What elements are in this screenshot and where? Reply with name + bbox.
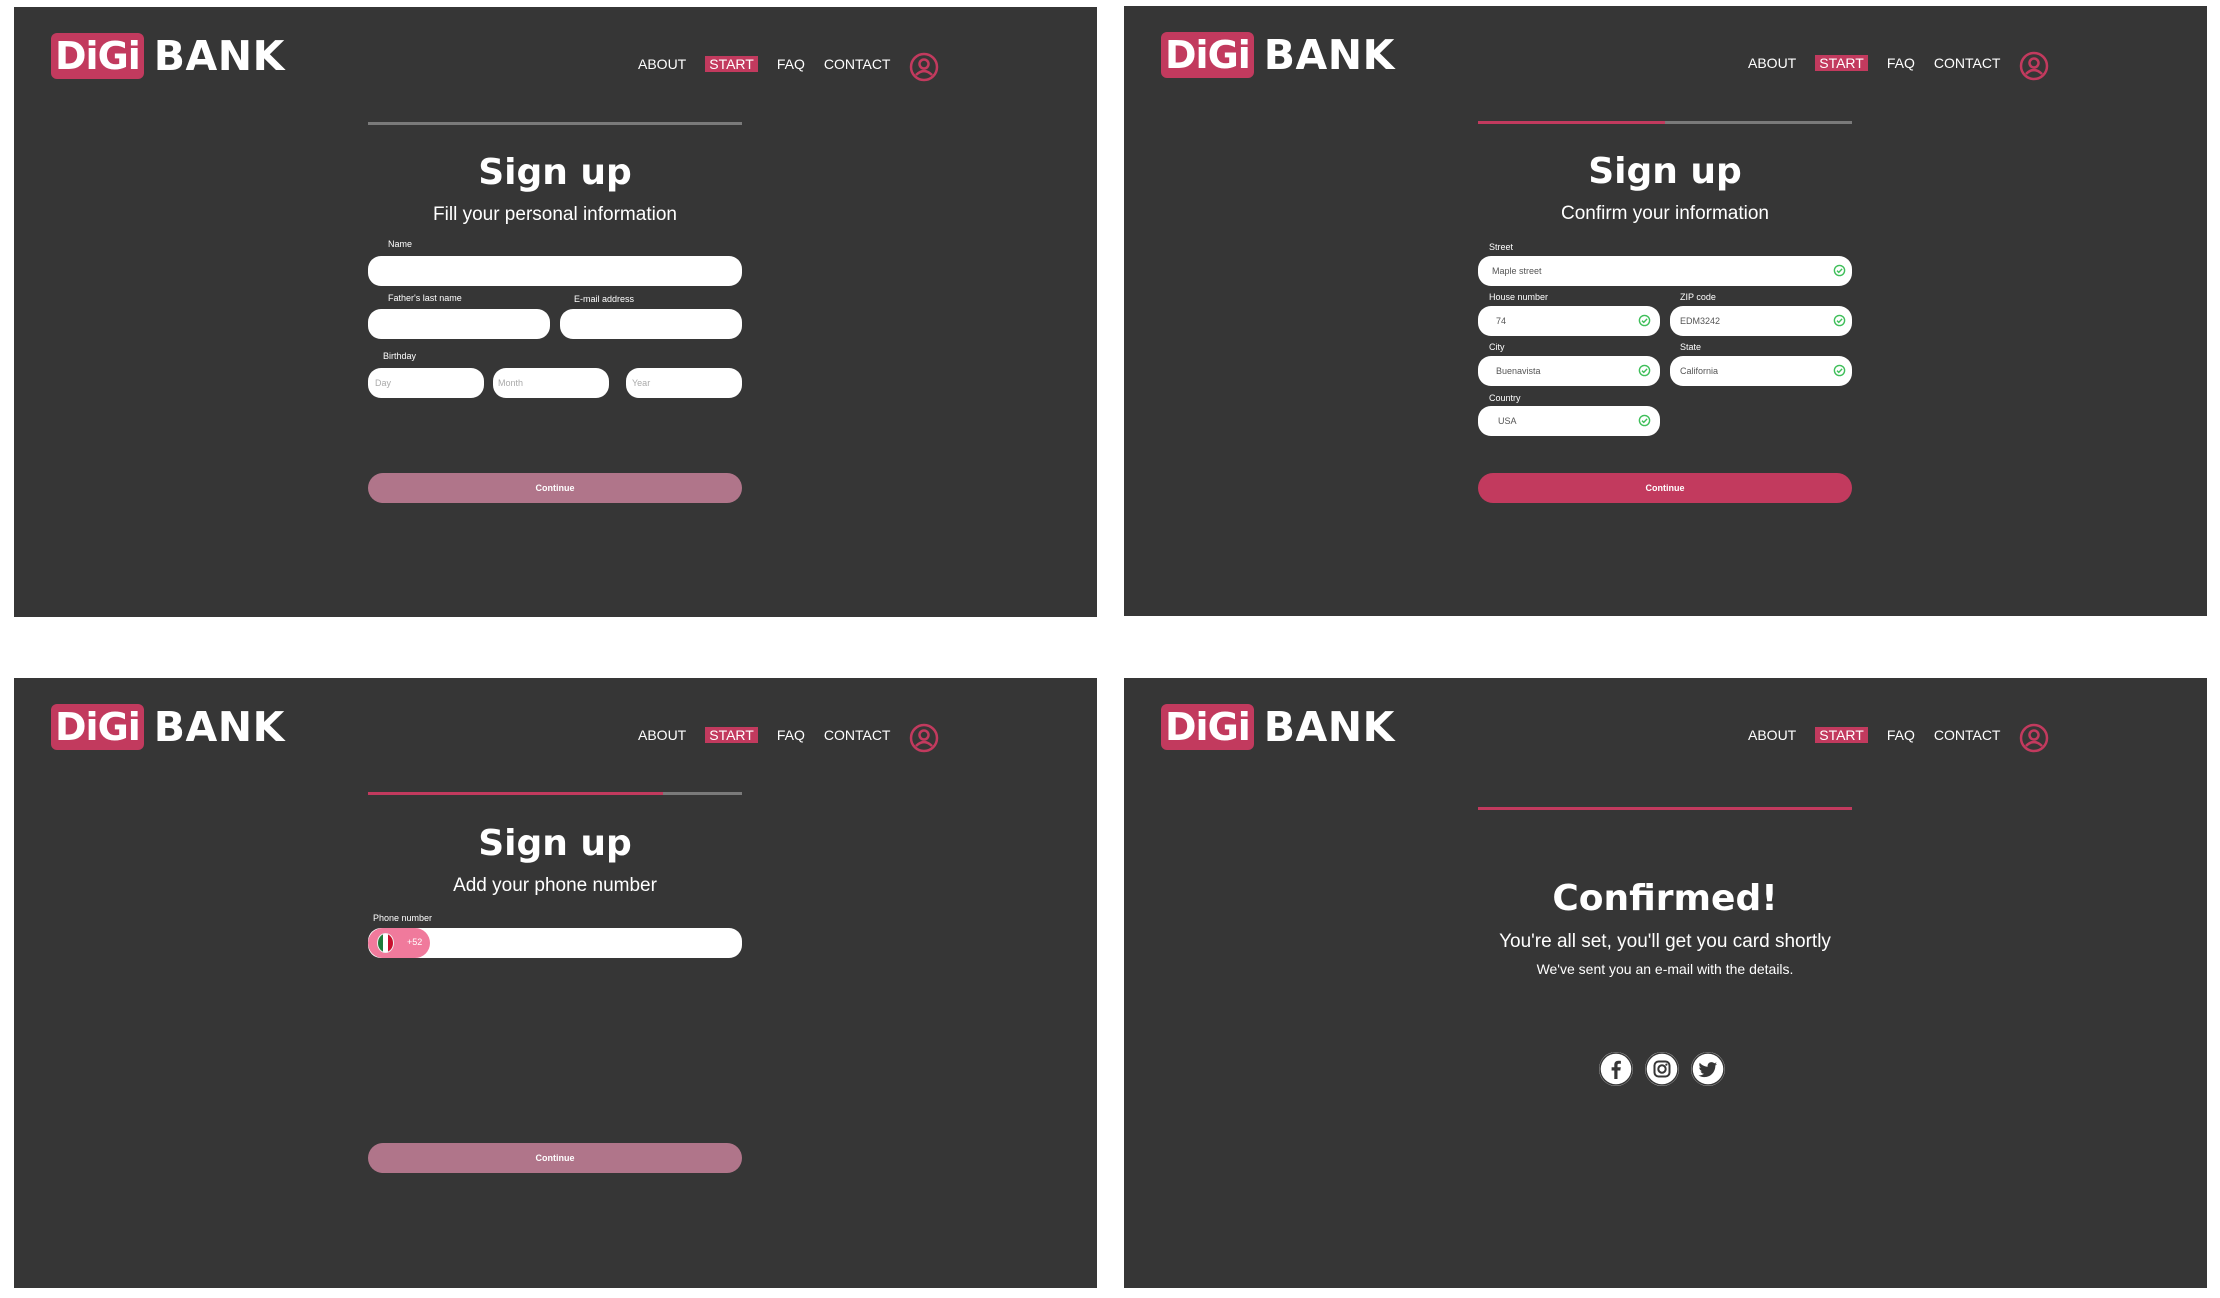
fathers-last-name-label: Father's last name [388, 293, 462, 303]
state-label: State [1680, 342, 1702, 352]
progress-bar [368, 792, 742, 795]
zip-code-label: ZIP code [1680, 292, 1716, 302]
dial-code: +52 [407, 937, 423, 947]
logo-text: BANK [1263, 703, 1395, 751]
check-icon [1638, 414, 1651, 427]
logo[interactable]: DiGi BANK [51, 32, 285, 80]
name-input[interactable] [368, 256, 742, 286]
instagram-icon[interactable] [1645, 1052, 1679, 1086]
country-input[interactable] [1478, 406, 1660, 436]
birthday-label: Birthday [383, 351, 417, 361]
nav-start[interactable]: START [705, 727, 758, 743]
nav-contact[interactable]: CONTACT [1934, 55, 2001, 71]
nav-contact[interactable]: CONTACT [1934, 727, 2001, 743]
birthday-day-input[interactable] [368, 368, 484, 398]
check-icon [1833, 314, 1846, 327]
nav-faq[interactable]: FAQ [777, 56, 805, 72]
mexico-flag-icon [377, 933, 394, 953]
progress-bar [368, 122, 742, 125]
nav-contact[interactable]: CONTACT [824, 56, 891, 72]
logo-badge: DiGi [1161, 32, 1254, 78]
check-icon [1833, 364, 1846, 377]
check-icon [1638, 314, 1651, 327]
nav-bar: ABOUT START FAQ CONTACT [638, 727, 909, 743]
nav-start[interactable]: START [1815, 55, 1868, 71]
confirmation-detail: We've sent you an e-mail with the detail… [1536, 961, 1794, 977]
progress-fill [1478, 121, 1665, 124]
user-account-icon[interactable] [909, 52, 939, 82]
confirmation-screen: DiGi BANK ABOUT START FAQ CONTACT Confir… [1124, 678, 2207, 1288]
city-input[interactable] [1478, 356, 1660, 386]
logo-badge: DiGi [1161, 704, 1254, 750]
nav-about[interactable]: ABOUT [638, 56, 686, 72]
page-title: Sign up [1588, 151, 1742, 192]
zip-code-input[interactable] [1670, 306, 1852, 336]
check-icon [1833, 264, 1846, 277]
country-code-selector[interactable]: +52 [368, 928, 430, 958]
page-title: Sign up [478, 823, 632, 864]
progress-fill [368, 792, 664, 795]
continue-button[interactable]: Continue [368, 473, 742, 503]
logo[interactable]: DiGi BANK [1161, 703, 1395, 751]
fathers-last-name-input[interactable] [368, 309, 550, 339]
user-account-icon[interactable] [2019, 723, 2049, 753]
nav-faq[interactable]: FAQ [1887, 55, 1915, 71]
continue-button[interactable]: Continue [368, 1143, 742, 1173]
nav-start[interactable]: START [705, 56, 758, 72]
nav-about[interactable]: ABOUT [1748, 55, 1796, 71]
email-label: E-mail address [574, 294, 635, 304]
city-label: City [1489, 342, 1505, 352]
user-account-icon[interactable] [909, 723, 939, 753]
page-subtitle: Add your phone number [453, 875, 657, 896]
nav-bar: ABOUT START FAQ CONTACT [638, 56, 909, 72]
country-label: Country [1489, 393, 1521, 403]
street-label: Street [1489, 242, 1514, 252]
social-links [1599, 1052, 1725, 1086]
logo-badge: DiGi [51, 704, 144, 750]
nav-about[interactable]: ABOUT [1748, 727, 1796, 743]
user-account-icon[interactable] [2019, 51, 2049, 81]
confirmation-title: Confirmed! [1552, 878, 1778, 919]
birthday-year-input[interactable] [626, 368, 742, 398]
nav-faq[interactable]: FAQ [777, 727, 805, 743]
nav-faq[interactable]: FAQ [1887, 727, 1915, 743]
progress-bar [1478, 121, 1852, 124]
nav-bar: ABOUT START FAQ CONTACT [1748, 55, 2019, 71]
nav-contact[interactable]: CONTACT [824, 727, 891, 743]
logo[interactable]: DiGi BANK [1161, 31, 1395, 79]
nav-bar: ABOUT START FAQ CONTACT [1748, 727, 2019, 743]
logo-text: BANK [153, 32, 285, 80]
facebook-icon[interactable] [1599, 1052, 1633, 1086]
name-label: Name [388, 239, 413, 249]
state-input[interactable] [1670, 356, 1852, 386]
logo-text: BANK [1263, 31, 1395, 79]
progress-fill [1478, 807, 1852, 810]
page-title: Sign up [478, 152, 632, 193]
twitter-icon[interactable] [1691, 1052, 1725, 1086]
phone-number-label: Phone number [373, 913, 433, 923]
house-number-input[interactable] [1478, 306, 1660, 336]
email-input[interactable] [560, 309, 742, 339]
progress-bar [1478, 807, 1852, 810]
signup-confirm-info-screen: DiGi BANK ABOUT START FAQ CONTACT Sign u… [1124, 6, 2207, 616]
nav-start[interactable]: START [1815, 727, 1868, 743]
street-input[interactable] [1478, 256, 1852, 286]
confirmation-subtitle: You're all set, you'll get you card shor… [1499, 931, 1831, 952]
check-icon [1638, 364, 1651, 377]
page-subtitle: Fill your personal information [433, 204, 677, 225]
logo[interactable]: DiGi BANK [51, 703, 285, 751]
house-number-label: House number [1489, 292, 1549, 302]
continue-button[interactable]: Continue [1478, 473, 1852, 503]
signup-phone-screen: DiGi BANK ABOUT START FAQ CONTACT Sign u… [14, 678, 1097, 1288]
logo-badge: DiGi [51, 33, 144, 79]
page-subtitle: Confirm your information [1560, 203, 1770, 224]
logo-text: BANK [153, 703, 285, 751]
birthday-month-input[interactable] [493, 368, 609, 398]
nav-about[interactable]: ABOUT [638, 727, 686, 743]
signup-personal-info-screen: DiGi BANK ABOUT START FAQ CONTACT Sign u… [14, 7, 1097, 617]
